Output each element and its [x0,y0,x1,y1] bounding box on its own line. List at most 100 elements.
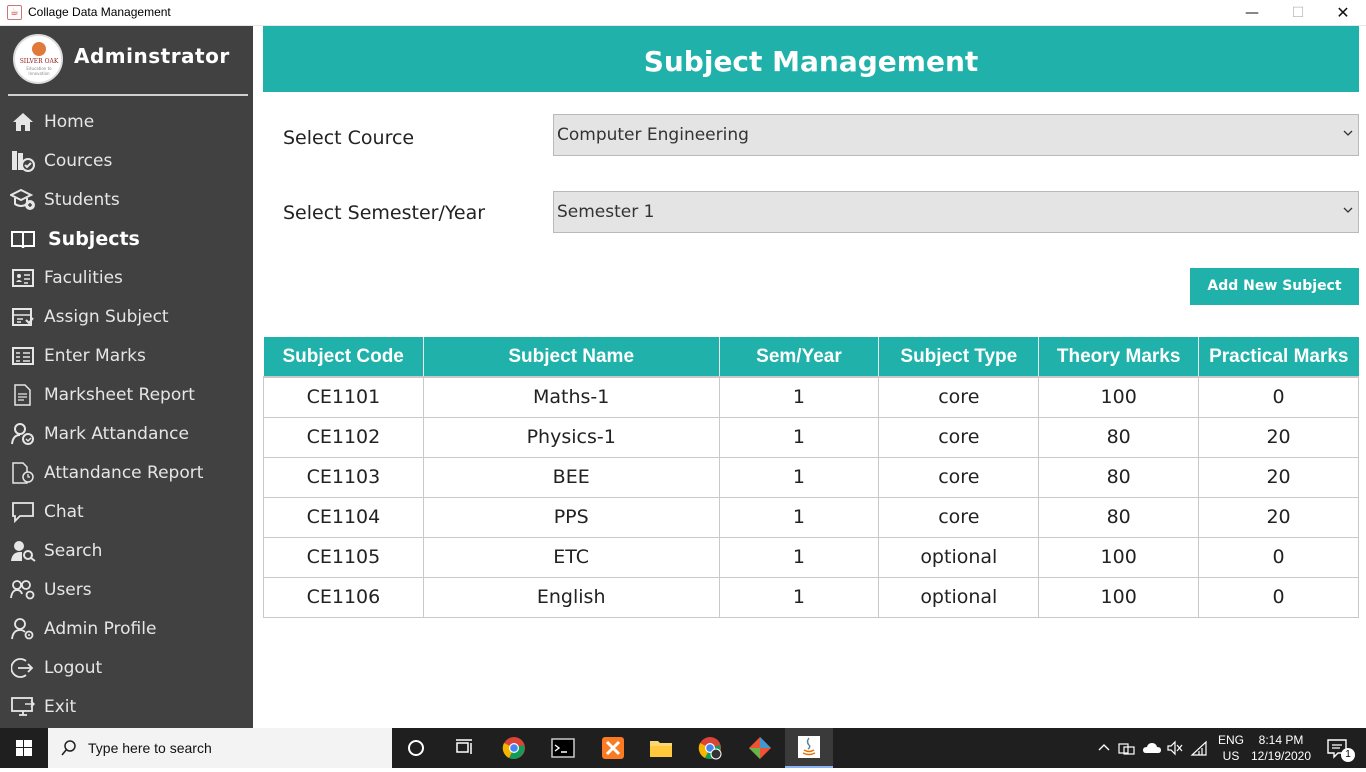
language-indicator[interactable]: ENG US [1214,728,1248,768]
cell-sem-year: 1 [718,576,880,618]
cell-subject-type: optional [878,536,1040,578]
table-row[interactable]: CE1101 Maths-1 1 core 100 0 [263,376,1359,418]
column-header-subject-code[interactable]: Subject Code [263,337,424,377]
chrome-profile-app[interactable] [686,728,734,768]
taskbar-search[interactable]: Type here to search [48,728,392,768]
notification-center-button[interactable]: 1 [1318,728,1364,768]
sidebar-item-label: Attandance Report [44,462,204,483]
cell-practical-marks: 0 [1198,536,1359,578]
java-icon [798,736,820,758]
cell-subject-code: CE1105 [263,536,424,578]
maximize-button[interactable]: ☐ [1275,0,1321,26]
cell-subject-type: core [878,456,1040,498]
cortana-button[interactable] [392,728,440,768]
students-icon [10,188,36,212]
admin-title: Adminstrator [74,44,230,68]
cortana-icon [408,740,424,756]
sidebar-item-exit[interactable]: Exit [0,687,253,726]
cell-subject-type: optional [878,576,1040,618]
sidebar-item-label: Logout [44,657,103,678]
sidebar-item-cources[interactable]: Cources [0,141,253,180]
column-header-subject-type[interactable]: Subject Type [878,337,1040,377]
cell-theory-marks: 100 [1038,536,1200,578]
add-new-subject-button[interactable]: Add New Subject [1190,268,1359,305]
table-row[interactable]: CE1105 ETC 1 optional 100 0 [263,536,1359,578]
windows-icon [16,740,32,756]
task-view-button[interactable] [440,728,488,768]
sidebar-item-assign-subject[interactable]: Assign Subject [0,297,253,336]
search-user-icon [10,539,36,563]
onedrive-icon[interactable] [1142,740,1162,756]
sidebar-item-label: Assign Subject [44,306,169,327]
chevron-down-icon [1343,130,1353,136]
sidebar-item-search[interactable]: Search [0,531,253,570]
clock[interactable]: 8:14 PM 12/19/2020 [1248,728,1314,768]
minimize-button[interactable]: — [1229,0,1275,26]
sidebar-item-label: Exit [44,696,77,717]
volume-muted-icon[interactable] [1166,740,1184,756]
cell-theory-marks: 80 [1038,416,1200,458]
close-button[interactable]: ✕ [1320,0,1366,26]
sidebar-item-logout[interactable]: Logout [0,648,253,687]
column-header-subject-name[interactable]: Subject Name [423,337,720,377]
sidebar-item-users[interactable]: Users [0,570,253,609]
subjects-table: Subject Code Subject Name Sem/Year Subje… [263,337,1359,618]
language-code: ENG [1217,733,1244,747]
cell-sem-year: 1 [718,496,880,538]
sidebar-item-marksheet-report[interactable]: Marksheet Report [0,375,253,414]
terminal-app[interactable] [539,728,587,768]
logo-emblem [32,42,46,56]
cell-subject-name: Physics-1 [422,416,720,458]
table-row[interactable]: CE1103 BEE 1 core 80 20 [263,456,1359,498]
chrome-icon [698,737,722,760]
cell-sem-year: 1 [718,376,880,418]
sidebar-item-label: Students [44,189,120,210]
semester-label: Select Semester/Year [283,202,486,224]
cell-subject-type: core [878,496,1040,538]
chrome-app[interactable] [490,728,538,768]
git-app[interactable] [736,728,784,768]
wifi-icon[interactable] [1190,740,1208,756]
sidebar-item-label: Enter Marks [44,345,146,366]
college-logo: SILVER OAK Education to Innovation [13,34,63,84]
cell-sem-year: 1 [718,416,880,458]
file-explorer-app[interactable] [637,728,685,768]
sidebar-item-chat[interactable]: Chat [0,492,253,531]
sidebar-item-enter-marks[interactable]: Enter Marks [0,336,253,375]
sidebar-item-label: Faculities [44,267,123,288]
cell-practical-marks: 0 [1198,576,1359,618]
clock-date: 12/19/2020 [1250,749,1312,763]
sidebar-item-home[interactable]: Home [0,102,253,141]
start-button[interactable] [0,728,48,768]
chevron-up-icon[interactable] [1096,740,1112,756]
sidebar-item-label: Marksheet Report [44,384,195,405]
column-header-theory-marks[interactable]: Theory Marks [1038,337,1200,377]
table-header-row: Subject Code Subject Name Sem/Year Subje… [263,337,1359,377]
cell-subject-name: English [422,576,720,618]
marks-icon [10,344,36,368]
column-header-sem-year[interactable]: Sem/Year [719,337,880,377]
java-app[interactable] [785,728,833,768]
cell-theory-marks: 100 [1038,576,1200,618]
course-select[interactable]: Computer Engineering [553,114,1359,156]
sidebar-item-attandance-report[interactable]: Attandance Report [0,453,253,492]
sidebar-item-faculities[interactable]: Faculities [0,258,253,297]
column-header-practical-marks[interactable]: Practical Marks [1198,337,1359,377]
semester-select[interactable]: Semester 1 [553,191,1359,233]
table-row[interactable]: CE1102 Physics-1 1 core 80 20 [263,416,1359,458]
xampp-app[interactable] [589,728,637,768]
table-row[interactable]: CE1106 English 1 optional 100 0 [263,576,1359,618]
sidebar-item-mark-attandance[interactable]: Mark Attandance [0,414,253,453]
sidebar-item-admin-profile[interactable]: Admin Profile [0,609,253,648]
table-row[interactable]: CE1104 PPS 1 core 80 20 [263,496,1359,538]
users-icon [10,578,36,602]
cell-subject-code: CE1106 [263,576,424,618]
sidebar-item-students[interactable]: Students [0,180,253,219]
sidebar-item-label: Search [44,540,103,561]
home-icon [10,110,36,134]
cell-practical-marks: 20 [1198,416,1359,458]
network-icon[interactable] [1118,740,1136,756]
sidebar-item-subjects[interactable]: Subjects [0,219,253,258]
sidebar-item-label: Chat [44,501,84,522]
courses-icon [10,149,36,173]
